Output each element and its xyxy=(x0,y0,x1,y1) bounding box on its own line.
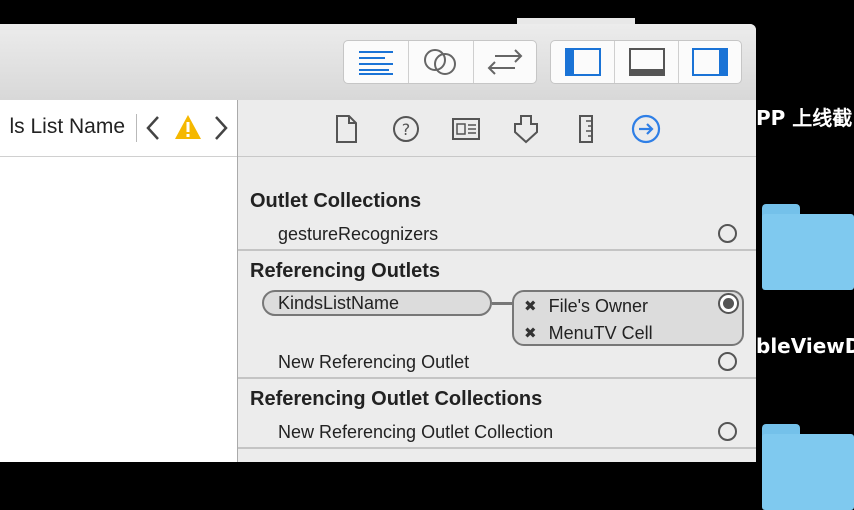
navigator-toggle-icon[interactable] xyxy=(551,41,615,83)
jump-bar: ls List Name xyxy=(0,100,237,157)
new-referencing-outlet-collection-circle[interactable] xyxy=(718,422,737,441)
editor-canvas[interactable] xyxy=(0,157,237,462)
jump-bar-separator xyxy=(136,114,137,142)
desktop-item-label-2: bleViewD xyxy=(756,334,854,358)
gesture-recognizers-connection-circle[interactable] xyxy=(718,224,737,243)
desktop-folder-icon[interactable] xyxy=(762,204,854,290)
outlet-collections-heading: Outlet Collections xyxy=(250,190,422,212)
gesture-recognizers-label: gestureRecognizers xyxy=(278,224,439,244)
attributes-inspector-icon[interactable] xyxy=(511,114,541,144)
file-inspector-icon[interactable] xyxy=(331,114,361,144)
target-menutv-cell: MenuTV Cell xyxy=(548,322,653,343)
connected-outlet-circle[interactable] xyxy=(718,293,739,314)
version-editor-icon[interactable] xyxy=(474,41,536,83)
target-row: ✖ MenuTV Cell xyxy=(524,320,653,346)
new-referencing-outlet-label: New Referencing Outlet xyxy=(278,352,470,372)
target-row: ✖ File's Owner xyxy=(524,293,648,319)
jump-bar-item-label[interactable]: ls List Name xyxy=(9,115,125,139)
inspector-tab-bar: ? xyxy=(238,100,756,157)
connections-inspector-icon[interactable] xyxy=(631,114,661,144)
connection-line xyxy=(492,302,514,305)
new-referencing-outlet-collection-label: New Referencing Outlet Collection xyxy=(278,422,554,442)
warning-icon[interactable] xyxy=(174,114,202,145)
section-divider xyxy=(238,249,756,251)
editor-mode-segmented-control xyxy=(343,40,537,84)
target-files-owner: File's Owner xyxy=(548,295,649,316)
outlet-name-pill[interactable]: KindsListName xyxy=(262,290,492,316)
section-divider xyxy=(238,447,756,449)
standard-editor-icon[interactable] xyxy=(344,41,409,83)
remove-connection-icon[interactable]: ✖ xyxy=(524,324,537,342)
utilities-toggle-icon[interactable] xyxy=(679,41,741,83)
utilities-inspector: ? Outlet Collections gestureRecognizers … xyxy=(238,100,756,462)
referencing-outlets-heading: Referencing Outlets xyxy=(250,260,441,282)
chevron-right-icon[interactable] xyxy=(212,114,230,147)
svg-text:?: ? xyxy=(402,120,411,139)
view-toggle-segmented-control xyxy=(550,40,742,84)
remove-connection-icon[interactable]: ✖ xyxy=(524,297,537,315)
referencing-outlet-collections-heading: Referencing Outlet Collections xyxy=(250,388,543,410)
assistant-editor-icon[interactable] xyxy=(409,41,474,83)
xcode-window: ls List Name ? Outlet Collections gestur… xyxy=(0,24,756,462)
desktop-folder-icon[interactable] xyxy=(762,424,854,510)
debug-area-toggle-icon[interactable] xyxy=(615,41,679,83)
toolbar xyxy=(0,24,756,101)
size-inspector-icon[interactable] xyxy=(571,114,601,144)
section-divider xyxy=(238,377,756,379)
desktop-item-label-1: PP 上线截 xyxy=(756,106,853,130)
identity-inspector-icon[interactable] xyxy=(451,114,481,144)
quick-help-icon[interactable]: ? xyxy=(391,114,421,144)
new-referencing-outlet-circle[interactable] xyxy=(718,352,737,371)
chevron-left-icon[interactable] xyxy=(144,114,162,147)
outlet-targets-pill: ✖ File's Owner ✖ MenuTV Cell xyxy=(512,290,744,346)
